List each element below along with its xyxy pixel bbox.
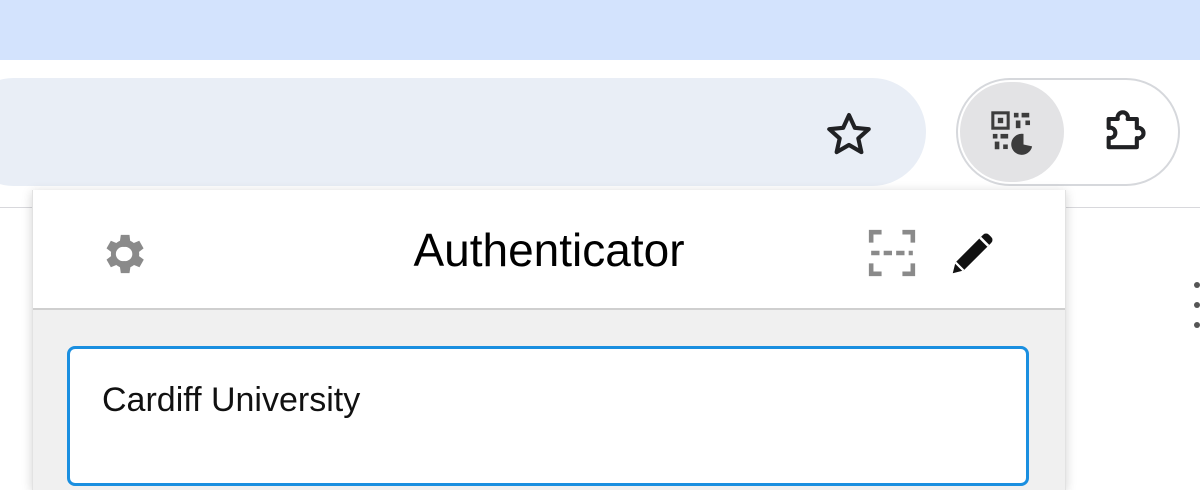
bookmark-star-button[interactable] xyxy=(818,104,880,166)
scan-qr-icon xyxy=(868,229,916,277)
authenticator-popup: Authenticator Cardiff University xyxy=(32,190,1066,490)
account-entry[interactable]: Cardiff University xyxy=(67,346,1029,486)
settings-button[interactable] xyxy=(93,224,153,284)
scan-qr-button[interactable] xyxy=(863,226,921,280)
popup-title: Authenticator xyxy=(413,224,685,276)
gear-icon xyxy=(106,234,144,274)
pencil-icon xyxy=(952,233,993,274)
star-outline-icon xyxy=(827,113,871,155)
menu-dot xyxy=(1194,322,1200,328)
menu-dot xyxy=(1194,282,1200,288)
authenticator-extension-button[interactable] xyxy=(960,82,1064,182)
page-more-menu-icon[interactable] xyxy=(1194,282,1200,332)
address-bar[interactable] xyxy=(0,78,926,186)
menu-dot xyxy=(1194,302,1200,308)
extensions-menu-button[interactable] xyxy=(1082,92,1170,172)
edit-accounts-button[interactable] xyxy=(943,224,1003,282)
browser-tab-strip xyxy=(0,0,1200,60)
puzzle-piece-icon xyxy=(1106,110,1146,150)
popup-header: Authenticator xyxy=(33,190,1065,310)
account-issuer-name: Cardiff University xyxy=(102,381,361,419)
qr-code-icon xyxy=(991,111,1033,155)
